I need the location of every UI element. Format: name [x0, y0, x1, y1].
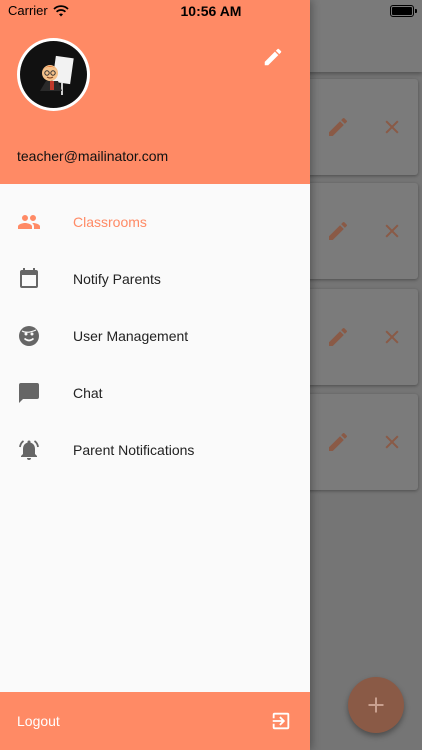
logout-label: Logout	[17, 713, 60, 729]
battery-icon	[390, 5, 417, 17]
chat-bubble-icon	[19, 383, 39, 403]
close-icon[interactable]	[382, 432, 402, 452]
classroom-card[interactable]	[300, 183, 418, 279]
people-icon	[18, 215, 40, 229]
drawer-header: teacher@mailinator.com	[0, 0, 310, 184]
navigation-drawer: teacher@mailinator.com Classrooms Notify…	[0, 0, 310, 750]
pencil-icon[interactable]	[326, 115, 350, 139]
menu-item-label: Notify Parents	[73, 270, 161, 287]
menu-item-parent-notifications[interactable]: Parent Notifications	[0, 421, 310, 478]
face-icon	[19, 326, 39, 346]
menu-item-label: User Management	[73, 327, 189, 344]
classroom-card[interactable]	[300, 289, 418, 385]
pencil-icon[interactable]	[326, 430, 350, 454]
close-icon[interactable]	[382, 221, 402, 241]
menu-item-user-management[interactable]: User Management	[0, 307, 310, 364]
calendar-icon	[20, 268, 38, 288]
classroom-card[interactable]	[300, 394, 418, 490]
menu-item-classrooms[interactable]: Classrooms	[0, 193, 310, 250]
cartoon-teacher-avatar	[39, 55, 74, 95]
menu-item-label: Parent Notifications	[73, 441, 195, 458]
plus-icon	[368, 697, 384, 713]
close-icon[interactable]	[382, 117, 402, 137]
classroom-card[interactable]	[300, 79, 418, 175]
pencil-icon[interactable]	[326, 219, 350, 243]
pencil-icon[interactable]	[326, 325, 350, 349]
drawer-menu: Classrooms Notify Parents User Managemen…	[0, 193, 310, 478]
add-classroom-button[interactable]	[348, 677, 404, 733]
user-email: teacher@mailinator.com	[17, 148, 169, 164]
logout-button[interactable]: Logout	[0, 692, 310, 750]
menu-item-label: Classrooms	[73, 213, 147, 230]
status-bar: Carrier 10:56 AM	[0, 0, 422, 22]
close-icon[interactable]	[382, 327, 402, 347]
exit-icon	[272, 712, 290, 730]
pencil-icon[interactable]	[262, 46, 284, 68]
avatar[interactable]	[17, 38, 90, 111]
bell-ringing-icon	[19, 440, 39, 460]
menu-item-label: Chat	[73, 384, 103, 401]
menu-item-notify-parents[interactable]: Notify Parents	[0, 250, 310, 307]
status-time: 10:56 AM	[180, 3, 242, 19]
menu-item-chat[interactable]: Chat	[0, 364, 310, 421]
